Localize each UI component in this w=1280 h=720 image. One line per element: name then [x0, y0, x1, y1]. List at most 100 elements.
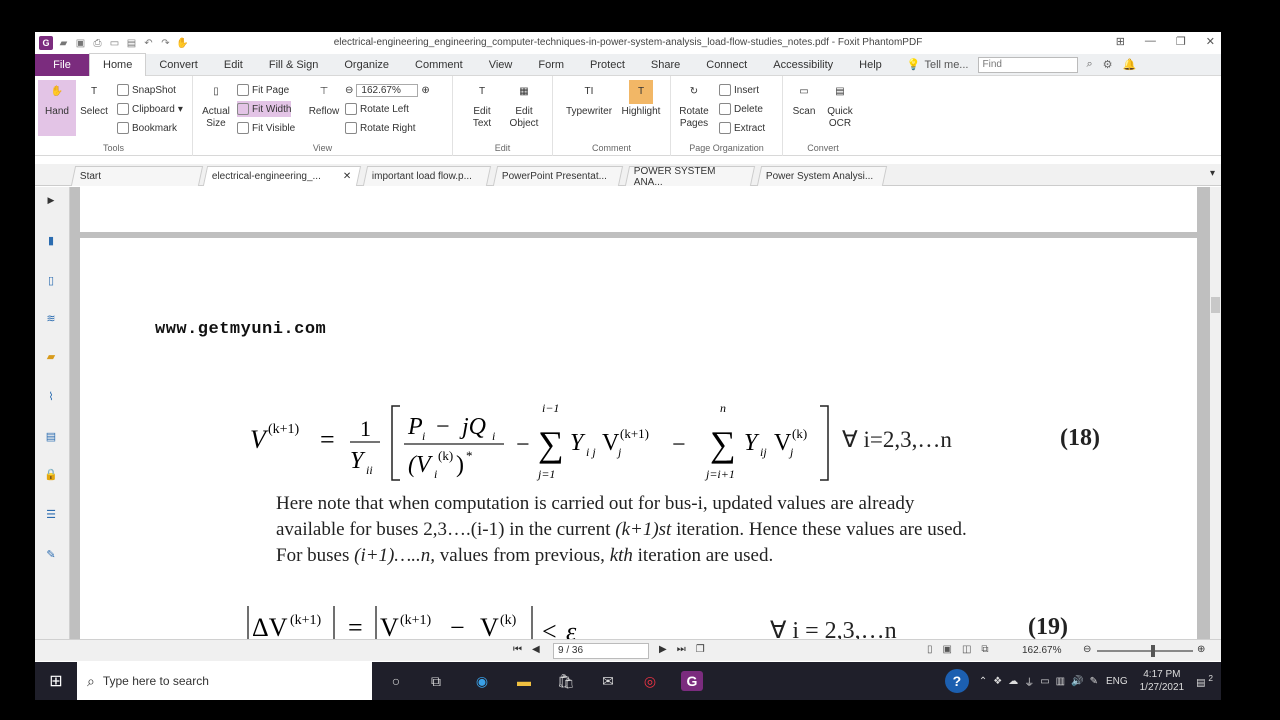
page-display-icon[interactable]: ❐: [696, 644, 705, 655]
taskbar-search[interactable]: ⌕ Type here to search: [77, 662, 372, 700]
last-page-icon[interactable]: ⏭: [677, 644, 686, 655]
tab-document-4[interactable]: POWER SYSTEM ANA...: [624, 166, 756, 188]
tab-comment[interactable]: Comment: [402, 54, 476, 76]
zoom-slider-thumb[interactable]: [1151, 645, 1155, 657]
signature-panel-icon[interactable]: ▤: [40, 425, 62, 447]
volume-icon[interactable]: 🔊: [1071, 676, 1083, 687]
bell-icon[interactable]: 🔔: [1123, 58, 1137, 71]
network-icon[interactable]: ▥: [1056, 676, 1065, 687]
tab-list-icon[interactable]: ▾: [1210, 168, 1215, 179]
clipboard-button[interactable]: Clipboard ▾: [117, 101, 183, 117]
tab-connect[interactable]: Connect: [693, 54, 760, 76]
page-number-input[interactable]: 9 / 36: [553, 643, 649, 659]
language-indicator[interactable]: ENG: [1106, 676, 1128, 687]
zoom-level[interactable]: 162.67%: [1022, 645, 1061, 656]
previous-page-icon[interactable]: ◀: [532, 644, 540, 655]
tag-tools-icon[interactable]: ✎: [40, 543, 62, 565]
save-icon[interactable]: ▣: [74, 38, 87, 49]
typewriter-button[interactable]: TI Typewriter: [563, 80, 615, 136]
tell-me[interactable]: 💡 Tell me...: [907, 58, 969, 72]
cortana-icon[interactable]: ○: [385, 671, 407, 691]
zoom-in-icon[interactable]: ⊕: [421, 85, 429, 96]
pages-panel-icon[interactable]: ▯: [40, 269, 62, 291]
delete-button[interactable]: Delete: [719, 101, 763, 117]
zoom-input[interactable]: 162.67%: [356, 83, 419, 97]
file-explorer-icon[interactable]: ▬: [513, 671, 535, 691]
clock[interactable]: 4:17 PM 1/27/2021: [1140, 668, 1185, 694]
extract-button[interactable]: Extract: [719, 120, 765, 136]
continuous-icon[interactable]: ▣: [943, 644, 952, 655]
edge-icon[interactable]: ◉: [471, 671, 493, 691]
zoom-slider[interactable]: [1097, 645, 1193, 657]
tab-active-document[interactable]: electrical-engineering_... ✕: [202, 166, 362, 186]
bookmark-panel-icon[interactable]: ▮: [40, 229, 62, 251]
mail-icon[interactable]: ✉: [597, 671, 619, 691]
first-page-icon[interactable]: ⏮: [513, 644, 522, 655]
task-view-icon[interactable]: ⧉: [425, 671, 447, 691]
dropbox-icon[interactable]: ❖: [993, 676, 1002, 687]
actual-size-button[interactable]: ▯ Actual Size: [197, 80, 235, 136]
reflow-button[interactable]: ⊤ Reflow: [305, 80, 343, 136]
tab-organize[interactable]: Organize: [331, 54, 402, 76]
fit-visible-button[interactable]: Fit Visible: [237, 120, 295, 136]
tab-start[interactable]: Start: [70, 166, 204, 186]
tab-home[interactable]: Home: [89, 53, 147, 76]
onedrive-icon[interactable]: ☁: [1008, 676, 1018, 687]
scan-button[interactable]: ▭ Scan: [785, 80, 823, 136]
content-panel-icon[interactable]: ☰: [40, 503, 62, 525]
open-icon[interactable]: ▰: [57, 38, 70, 49]
restore-button[interactable]: ❐: [1176, 35, 1186, 48]
pen-icon[interactable]: ✎: [1090, 676, 1098, 687]
layers-panel-icon[interactable]: ≋: [40, 307, 62, 329]
find-input[interactable]: Find: [978, 56, 1079, 73]
attachment-icon[interactable]: ⌇: [40, 385, 62, 407]
scan-icon[interactable]: ▭: [108, 38, 121, 49]
quick-ocr-button[interactable]: ▤ Quick OCR: [821, 80, 859, 136]
print-icon[interactable]: ⎙: [91, 38, 104, 49]
tab-document-2[interactable]: important load flow.p...: [362, 166, 492, 186]
windows-start-icon[interactable]: ⊞: [45, 671, 67, 691]
tab-edit[interactable]: Edit: [211, 54, 256, 76]
edit-object-button[interactable]: ▦ Edit Object: [505, 80, 543, 136]
zoom-in-icon[interactable]: ⊕: [1197, 644, 1205, 655]
rotate-left-button[interactable]: Rotate Left: [345, 101, 409, 117]
expand-panel-icon[interactable]: ▶: [40, 189, 62, 211]
fit-page-button[interactable]: Fit Page: [237, 82, 289, 98]
tab-document-5[interactable]: Power System Analysi...: [756, 166, 888, 186]
file-menu[interactable]: File: [35, 53, 89, 76]
new-icon[interactable]: ▤: [125, 38, 138, 49]
minimize-button[interactable]: —: [1145, 35, 1156, 48]
zoom-out-icon[interactable]: ⊖: [1083, 644, 1091, 655]
tab-view[interactable]: View: [476, 54, 526, 76]
facing-icon[interactable]: ◫: [962, 644, 971, 655]
close-tab-icon[interactable]: ✕: [343, 171, 351, 182]
tray-chevron-icon[interactable]: ⌃: [979, 676, 987, 687]
ribbon-options-icon[interactable]: ⊞: [1116, 35, 1125, 48]
search-icon[interactable]: ⌕: [1086, 58, 1092, 71]
tab-share[interactable]: Share: [638, 54, 693, 76]
insert-button[interactable]: Insert: [719, 82, 759, 98]
tab-convert[interactable]: Convert: [146, 54, 211, 76]
foxit-taskbar-icon[interactable]: G: [681, 671, 703, 691]
snapshot-button[interactable]: SnapShot: [117, 82, 176, 98]
document-view[interactable]: www.getmyuni.com V (k+1) = 1 Y ii P i − …: [70, 187, 1210, 639]
single-page-icon[interactable]: ▯: [927, 644, 933, 655]
settings-icon[interactable]: ⚙: [1103, 58, 1113, 71]
comments-panel-icon[interactable]: ▰: [40, 345, 62, 367]
bookmark-button[interactable]: Bookmark: [117, 120, 177, 136]
lock-icon[interactable]: 🔒: [40, 463, 62, 485]
chrome-icon[interactable]: ◎: [639, 671, 661, 691]
tab-document-3[interactable]: PowerPoint Presentat...: [492, 166, 624, 186]
continuous-facing-icon[interactable]: ⧉: [981, 644, 988, 655]
undo-icon[interactable]: ↶: [142, 38, 155, 49]
tab-accessibility[interactable]: Accessibility: [760, 54, 846, 76]
battery-icon[interactable]: ▭: [1040, 676, 1049, 687]
tab-form[interactable]: Form: [525, 54, 577, 76]
fit-width-button[interactable]: Fit Width: [237, 101, 292, 117]
next-page-icon[interactable]: ▶: [659, 644, 667, 655]
notification-center[interactable]: ▤ 2: [1196, 673, 1213, 688]
edit-text-button[interactable]: T Edit Text: [463, 80, 501, 136]
tab-protect[interactable]: Protect: [577, 54, 638, 76]
tab-help[interactable]: Help: [846, 54, 895, 76]
hand-tool-icon[interactable]: ✋: [176, 38, 189, 49]
